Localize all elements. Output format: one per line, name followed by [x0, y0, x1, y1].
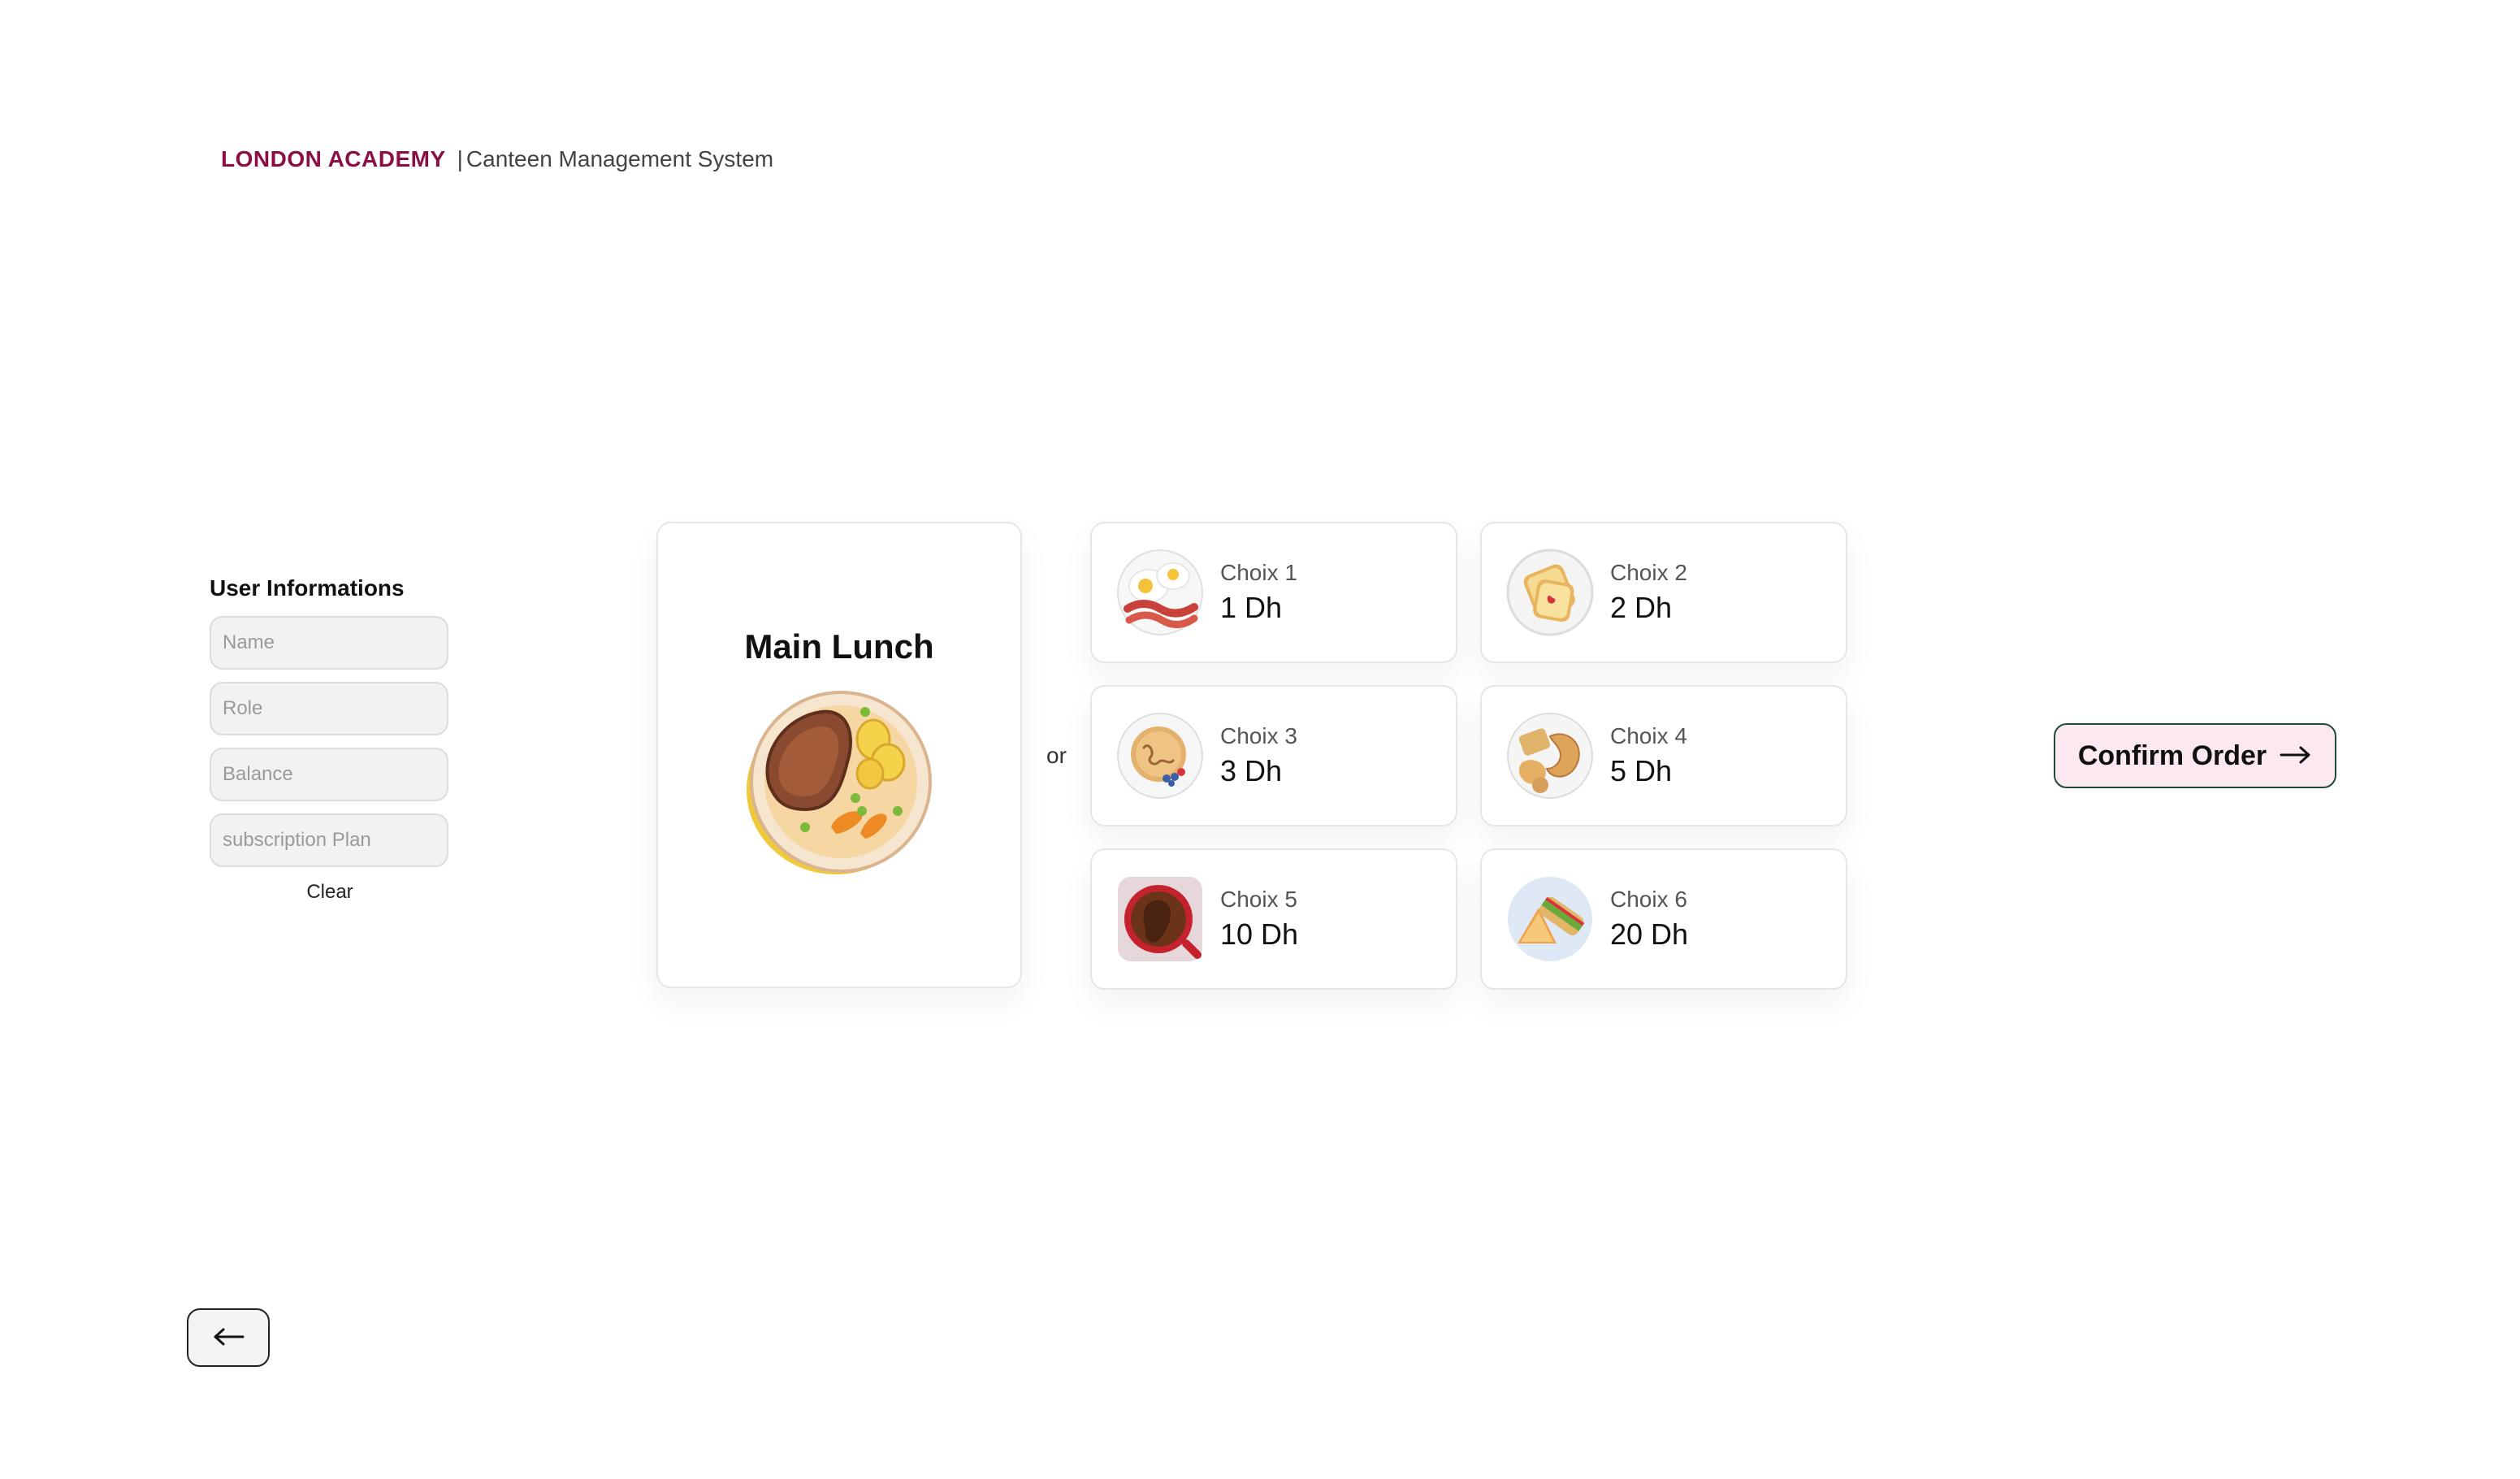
coffee-cup-icon [1116, 875, 1204, 963]
user-info-panel: User Informations Clear [210, 575, 450, 904]
choice-name: Choix 3 [1220, 723, 1297, 748]
choice-card-3[interactable]: Choix 3 3 Dh [1090, 685, 1457, 826]
arrow-left-icon [212, 1327, 245, 1349]
sandwich-icon [1506, 875, 1594, 963]
choice-name: Choix 5 [1220, 887, 1297, 912]
balance-input[interactable] [210, 748, 448, 801]
canteen-page: LONDON ACADEMY | Canteen Management Syst… [0, 0, 2520, 1479]
pancakes-icon [1116, 712, 1204, 800]
back-button[interactable] [187, 1308, 270, 1367]
name-input[interactable] [210, 616, 448, 670]
arrow-right-icon [2280, 740, 2312, 772]
header-separator: | [457, 146, 463, 171]
choice-card-6[interactable]: Choix 6 20 Dh [1480, 848, 1847, 990]
pastries-icon [1506, 712, 1594, 800]
confirm-order-label: Confirm Order [2077, 740, 2267, 771]
confirm-order-button[interactable]: Confirm Order [2054, 723, 2336, 788]
choice-name: Choix 6 [1610, 887, 1687, 912]
steak-plate-icon [743, 687, 935, 879]
user-info-title: User Informations [210, 575, 405, 601]
or-label: or [1046, 743, 1067, 768]
choice-price: 2 Dh [1610, 591, 1673, 624]
toast-jam-icon [1506, 549, 1594, 636]
choice-name: Choix 4 [1610, 723, 1687, 748]
brand-name: LONDON ACADEMY [221, 146, 446, 171]
choice-price: 20 Dh [1610, 917, 1689, 951]
choice-card-4[interactable]: Choix 4 5 Dh [1480, 685, 1847, 826]
choice-card-2[interactable]: Choix 2 2 Dh [1480, 522, 1847, 663]
choice-price: 10 Dh [1220, 917, 1299, 951]
subscription-plan-input[interactable] [210, 813, 448, 867]
choice-card-1[interactable]: Choix 1 1 Dh [1090, 522, 1457, 663]
main-lunch-title: Main Lunch [744, 627, 934, 666]
main-lunch-card[interactable]: Main Lunch [656, 522, 1022, 988]
role-input[interactable] [210, 682, 448, 735]
app-subtitle: Canteen Management System [465, 146, 774, 171]
choice-price: 5 Dh [1610, 754, 1673, 787]
app-header: LONDON ACADEMY | Canteen Management Syst… [221, 146, 773, 172]
choice-card-5[interactable]: Choix 5 10 Dh [1090, 848, 1457, 990]
choice-price: 3 Dh [1220, 754, 1283, 787]
clear-button[interactable]: Clear [301, 880, 357, 904]
choice-name: Choix 2 [1610, 560, 1687, 585]
eggs-bacon-icon [1116, 549, 1204, 636]
choice-name: Choix 1 [1220, 560, 1297, 585]
choice-price: 1 Dh [1220, 591, 1283, 624]
